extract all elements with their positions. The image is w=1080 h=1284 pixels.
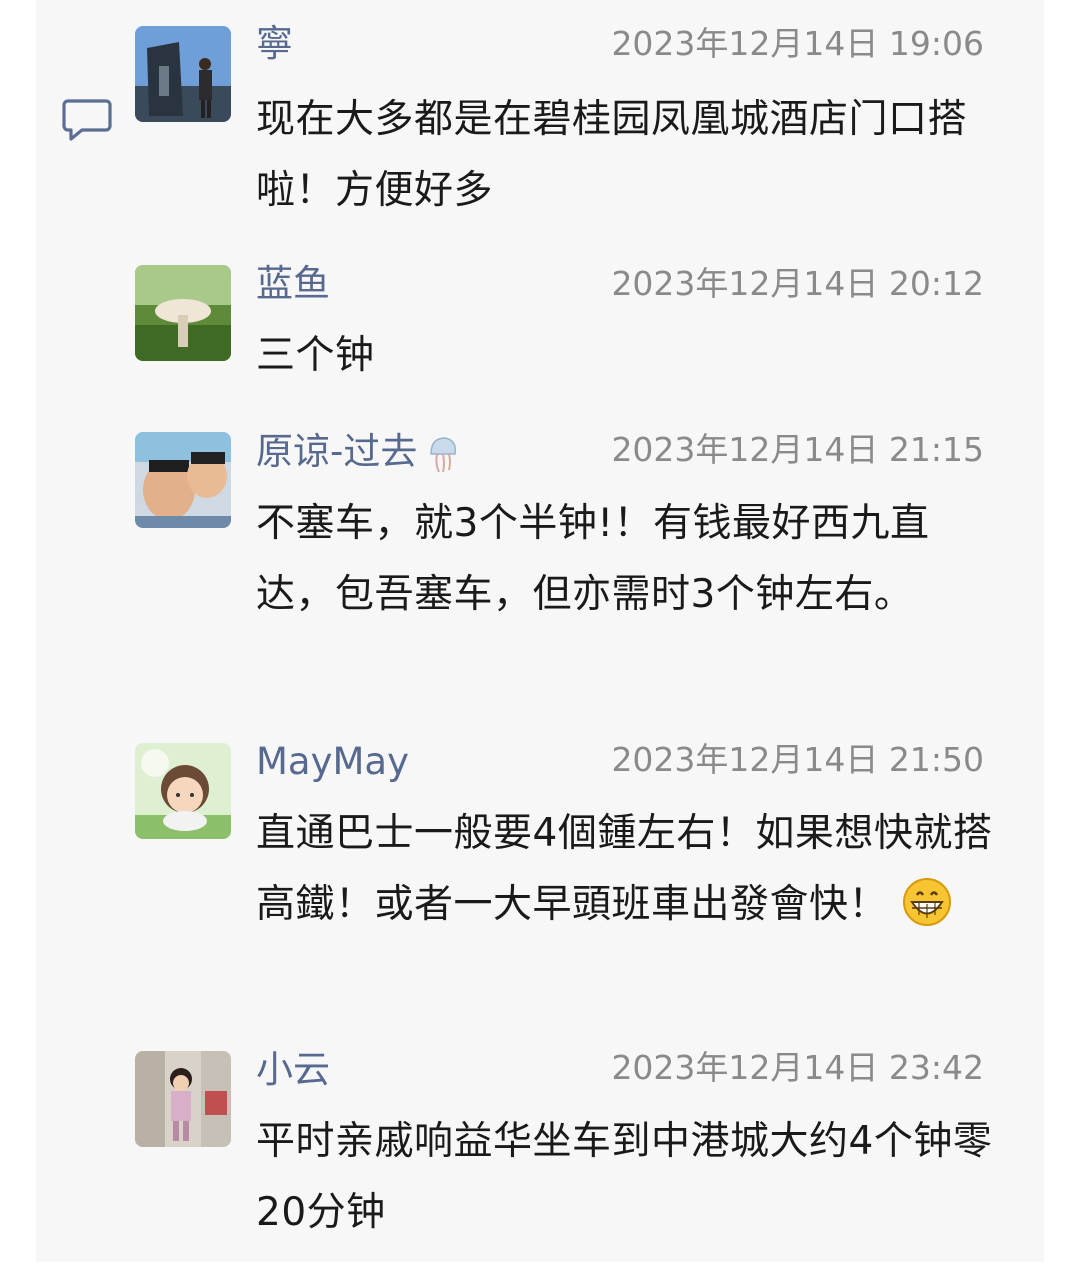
comment-timestamp: 2023年12月14日 23:42 [611,1048,984,1087]
commenter-name[interactable]: MayMay [256,740,409,784]
comment-timestamp: 2023年12月14日 19:06 [611,24,984,63]
commenter-name[interactable]: 小云 [256,1048,330,1092]
comment-timestamp: 2023年12月14日 20:12 [611,264,984,303]
avatar[interactable] [135,743,231,839]
commenter-name[interactable]: 原谅-过去 [256,430,463,474]
avatar[interactable] [135,1051,231,1147]
avatar-photo-monument [135,26,231,122]
commenter-name[interactable]: 蓝鱼 [256,262,330,306]
grinning-face-icon [903,878,952,926]
commenter-name[interactable]: 寧 [256,22,293,66]
avatar[interactable] [135,26,231,122]
comment-text: 三个钟 [256,333,375,378]
comment-bubble-icon[interactable] [62,98,112,142]
comment-text: 平时亲戚响益华坐车到中港城大约4个钟零20分钟 [256,1119,993,1235]
comment-text: 不塞车，就3个半钟!！有钱最好西九直达，包吾塞车，但亦需时3个钟左右。 [256,501,930,617]
avatar-cartoon-girl [135,743,231,839]
avatar[interactable] [135,432,231,528]
comment-timestamp: 2023年12月14日 21:15 [611,430,984,469]
comment-timestamp: 2023年12月14日 21:50 [611,740,984,779]
avatar[interactable] [135,265,231,361]
avatar-photo-selfie [135,432,231,528]
commenter-name-text: 原谅-过去 [256,430,418,473]
avatar-photo-mushroom [135,265,231,361]
jellyfish-icon [430,436,457,472]
comment-text: 直通巴士一般要4個鍾左右！如果想快就搭高鐵！或者一大早頭班車出發會快！ [256,798,1016,940]
avatar-photo-child [135,1051,231,1147]
comment-text: 现在大多都是在碧桂园凤凰城酒店门口搭啦！方便好多 [256,97,968,213]
comment-text-content: 直通巴士一般要4個鍾左右！如果想快就搭高鐵！或者一大早頭班車出發會快！ [256,811,993,927]
